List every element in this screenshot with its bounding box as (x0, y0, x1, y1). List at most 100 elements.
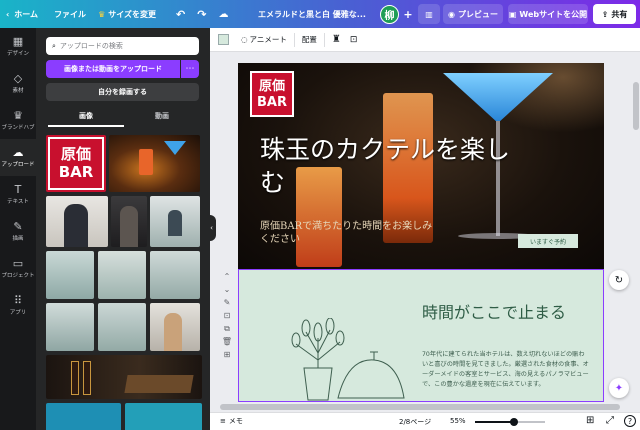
zoom-level[interactable]: 55% (450, 417, 466, 425)
draw-icon: ✎ (13, 220, 23, 233)
search-input[interactable]: ⌕ アップロードの検索 (46, 37, 199, 55)
home-button[interactable]: ‹ ホーム (0, 0, 44, 28)
upload-thumbnail-pool-1[interactable] (46, 403, 121, 430)
design-canvas[interactable]: 原価 BAR 珠玉のカクテルを楽しむ 原価BARで満ちたりた時間をお楽しみくださ… (238, 63, 604, 402)
eye-icon: ◉ (448, 9, 455, 19)
upload-thumbnail-desk-3[interactable] (150, 251, 200, 299)
rail-item-elements[interactable]: ◇ 素材 (0, 65, 36, 102)
trash-icon: 🗑 (221, 337, 233, 346)
fullscreen-icon: ⤢ (606, 415, 614, 426)
grid-view-button[interactable]: ⊞ (586, 415, 594, 426)
fullscreen-button[interactable]: ⤢ (606, 415, 614, 426)
refresh-button[interactable]: ↻ (609, 270, 629, 290)
rail-item-design[interactable]: ▦ デザイン (0, 28, 36, 65)
section-title[interactable]: 時間がここで止まる (422, 303, 566, 322)
undo-button[interactable]: ↶ (170, 0, 191, 28)
rail-item-projects[interactable]: ▭ プロジェクト (0, 250, 36, 287)
rail-item-brand[interactable]: ♛ ブランドハブ (0, 102, 36, 139)
upload-thumbnail-cocktails[interactable] (109, 135, 200, 192)
cocktail-glass-image (164, 141, 186, 155)
rail-item-text[interactable]: T テキスト (0, 176, 36, 213)
duplicate-page-button[interactable]: ⧉ (221, 322, 233, 335)
resize-button[interactable]: ♛ サイズを変更 (92, 0, 162, 28)
page-indicator[interactable]: 2/8ページ (399, 417, 431, 427)
redo-icon: ↷ (197, 7, 207, 21)
search-icon: ⌕ (52, 41, 56, 50)
publish-website-button[interactable]: ▣ Webサイトを公開 (508, 4, 588, 24)
lock-page-button[interactable]: ⊡ (221, 309, 233, 322)
vertical-scroll-thumb[interactable] (633, 82, 639, 130)
notes-button[interactable]: ≡ メモ (220, 416, 243, 426)
upload-thumbnail-pool-2[interactable] (125, 403, 202, 430)
zoom-slider-knob[interactable] (509, 418, 518, 426)
background-color-swatch[interactable] (218, 34, 229, 45)
undo-icon: ↶ (176, 7, 186, 21)
add-collaborator-button[interactable]: + (401, 4, 415, 24)
zoom-slider[interactable] (475, 418, 545, 426)
redo-button[interactable]: ↷ (191, 0, 212, 28)
section-body[interactable]: 70年代に建てられた当ホテルは、数え切れないほどの賑わいと喜びの時間を見てきまし… (422, 350, 590, 390)
upload-media-button[interactable]: 画像または動画をアップロード (46, 60, 180, 78)
upload-thumbnail-desk-4[interactable] (46, 303, 94, 351)
vertical-scrollbar[interactable] (632, 52, 640, 402)
horizontal-scrollbar[interactable] (210, 402, 632, 412)
text-icon: T (14, 183, 22, 196)
tab-images[interactable]: 画像 (48, 109, 124, 123)
insights-button[interactable]: ▥ (418, 4, 440, 24)
rail-item-draw[interactable]: ✎ 描画 (0, 213, 36, 250)
upload-thumbnail-desk-5[interactable] (98, 303, 146, 351)
brand-logo[interactable]: 原価 BAR (250, 71, 294, 117)
rail-item-apps[interactable]: ⠿ アプリ (0, 287, 36, 324)
copy-style-button[interactable]: ♜ (332, 34, 341, 45)
upload-thumbnail-man-suit[interactable] (46, 196, 108, 247)
upload-more-button[interactable]: ⋯ (181, 60, 199, 78)
upload-thumbnail-desk-2[interactable] (98, 251, 146, 299)
person-image (120, 206, 138, 247)
page-notes-button[interactable]: ✎ (221, 296, 233, 309)
lock-icon: ⊡ (349, 34, 358, 45)
cloud-save-button[interactable]: ☁ (212, 0, 234, 28)
crown-icon: ♛ (98, 9, 106, 19)
plus-icon: + (403, 7, 413, 21)
flower-illustration (291, 318, 405, 401)
position-button[interactable]: 配置 (302, 34, 317, 45)
chevron-up-icon: ⌃ (223, 272, 231, 281)
copy-icon: ⧉ (224, 323, 230, 333)
person-image (64, 204, 88, 247)
more-dots-icon: ⋯ (185, 64, 195, 74)
upload-thumbnail-woman-laptop[interactable] (150, 303, 200, 351)
preview-button[interactable]: ◉ プレビュー (443, 4, 503, 24)
share-button[interactable]: ⇪ 共有 (593, 4, 636, 24)
delete-page-button[interactable]: 🗑 (221, 335, 233, 348)
move-page-down-button[interactable]: ⌄ (221, 283, 233, 296)
logo-image: 原価 BAR (48, 137, 104, 190)
document-title[interactable]: エメラルドと黒と白 優雅な... (258, 0, 366, 28)
tab-videos[interactable]: 動画 (124, 109, 200, 123)
horizontal-scroll-thumb[interactable] (220, 404, 620, 410)
help-button[interactable]: ? (624, 415, 636, 427)
cocktail-glass-image (139, 149, 153, 175)
upload-thumbnail-wine-bottles[interactable] (46, 355, 202, 399)
collapse-panel-button[interactable]: ‹ (207, 215, 216, 241)
magic-assistant-button[interactable]: ✦ (609, 378, 629, 398)
file-menu[interactable]: ファイル (48, 0, 92, 28)
animate-button[interactable]: ◌ アニメート (241, 34, 287, 45)
rail-item-uploads[interactable]: ☁ アップロード (0, 139, 36, 176)
edit-icon: ✎ (223, 298, 231, 307)
move-page-up-button[interactable]: ⌃ (221, 270, 233, 283)
hero-section[interactable]: 原価 BAR 珠玉のカクテルを楽しむ 原価BARで満ちたりた時間をお楽しみくださ… (238, 63, 604, 269)
bottle-image (83, 361, 91, 395)
record-yourself-button[interactable]: 自分を録画する (46, 83, 199, 101)
animate-icon: ◌ (241, 35, 248, 44)
hero-subtitle[interactable]: 原価BARで満ちたりた時間をお楽しみください (260, 220, 440, 246)
avatar[interactable]: 柳 (380, 5, 399, 24)
upload-thumbnail-desk-1[interactable] (46, 251, 94, 299)
upload-thumbnail-office[interactable] (150, 196, 200, 247)
reserve-now-button[interactable]: いますぐ予約 (518, 234, 578, 248)
add-page-button[interactable]: ⊞ (221, 348, 233, 361)
upload-thumbnail-man-portrait[interactable] (111, 196, 147, 247)
context-toolbar: ◌ アニメート 配置 ♜ ⊡ (210, 28, 640, 52)
lock-button[interactable]: ⊡ (350, 35, 358, 45)
upload-thumbnail-logo[interactable]: 原価 BAR (46, 135, 106, 192)
hero-title[interactable]: 珠玉のカクテルを楽しむ (260, 133, 520, 199)
